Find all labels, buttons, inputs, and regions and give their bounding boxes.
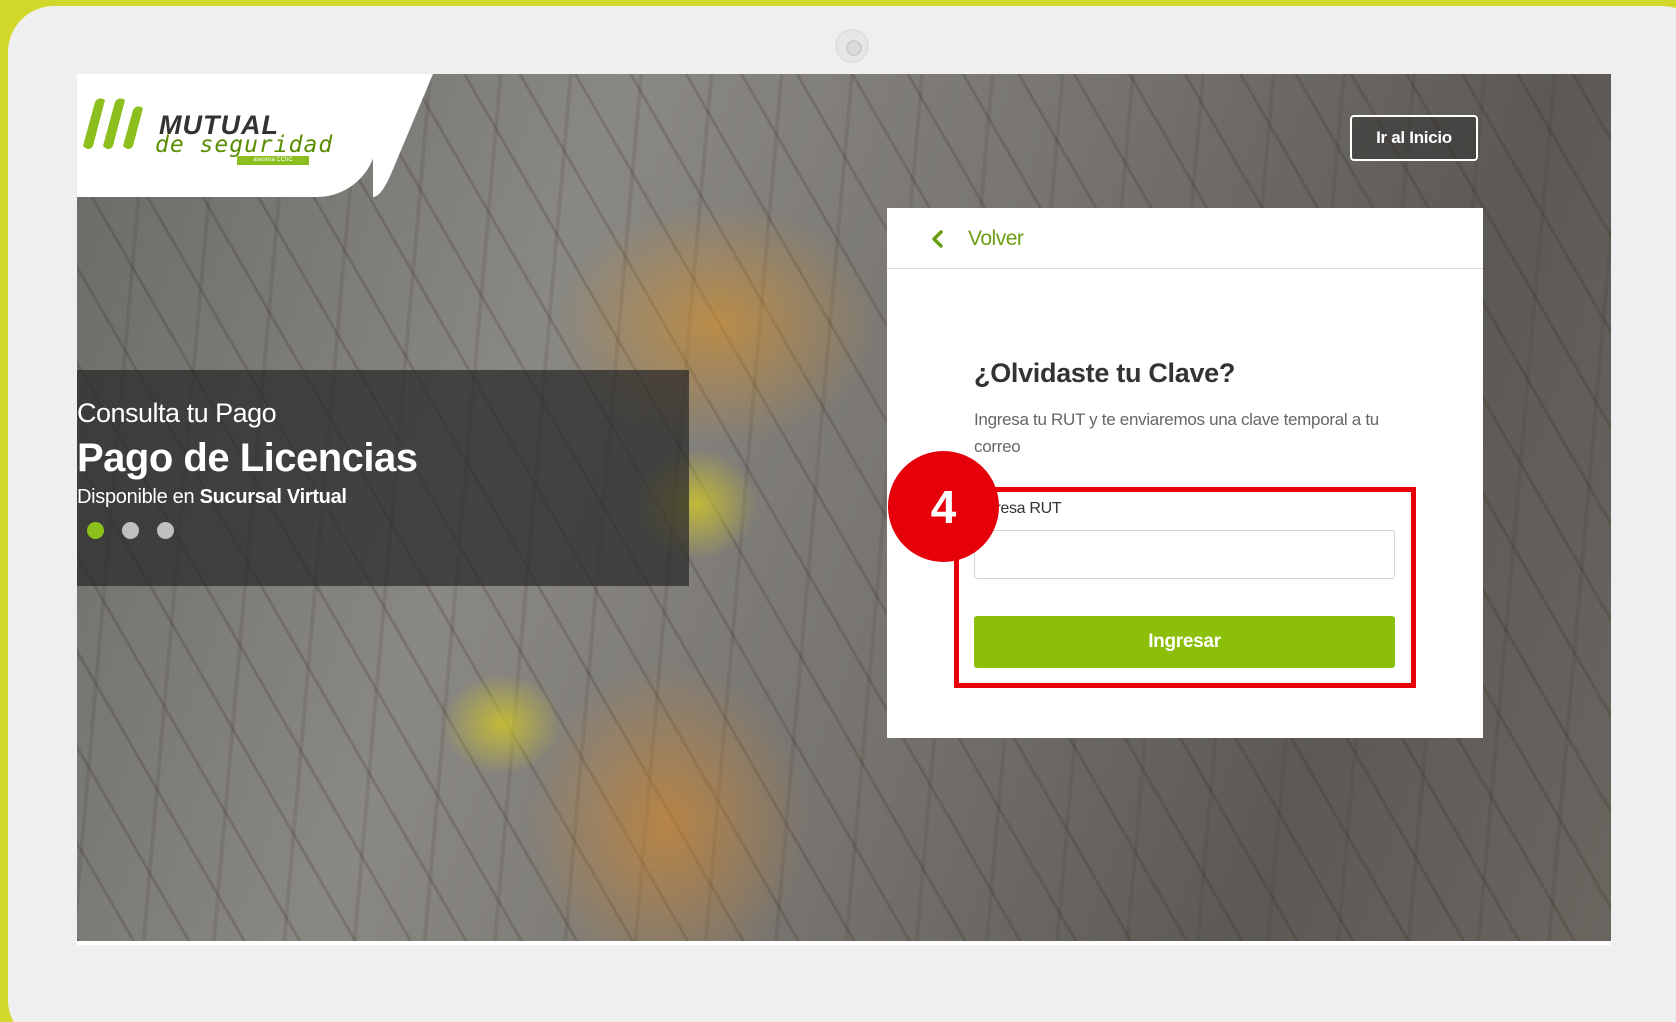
mutual-logo-icon	[83, 98, 143, 149]
screen-bottom-edge	[77, 941, 1611, 945]
promo-banner: Consulta tu Pago Pago de Licencias Dispo…	[77, 370, 689, 586]
card-title: ¿Olvidaste tu Clave?	[974, 358, 1236, 388]
card-description: Ingresa tu RUT y te enviaremos una clave…	[974, 410, 1379, 456]
camera-icon	[835, 29, 869, 63]
brand-tag: asesora CChC	[237, 156, 309, 165]
logo-panel: MUTUAL de seguridad asesora CChC	[77, 74, 377, 197]
carousel-dot-2[interactable]	[122, 522, 139, 539]
banner-headline: Pago de Licencias	[77, 436, 418, 480]
logo-panel-curve	[373, 74, 433, 197]
carousel-dots	[87, 522, 174, 539]
banner-kicker: Consulta tu Pago	[77, 398, 277, 428]
chevron-left-icon[interactable]	[930, 230, 946, 248]
annotation-highlight-box	[954, 487, 1416, 688]
banner-subline-bold: Sucursal Virtual	[199, 486, 347, 508]
step-number-badge: 4	[888, 451, 999, 562]
banner-subline: Disponible en Sucursal Virtual	[77, 486, 347, 509]
back-link[interactable]: Volver	[968, 227, 1024, 251]
carousel-dot-3[interactable]	[157, 522, 174, 539]
home-button[interactable]: Ir al Inicio	[1350, 115, 1478, 161]
banner-subline-prefix: Disponible en	[77, 486, 200, 508]
card-header: Volver	[887, 208, 1483, 269]
carousel-dot-1[interactable]	[87, 522, 104, 539]
brand-subtitle: de seguridad	[155, 132, 334, 158]
